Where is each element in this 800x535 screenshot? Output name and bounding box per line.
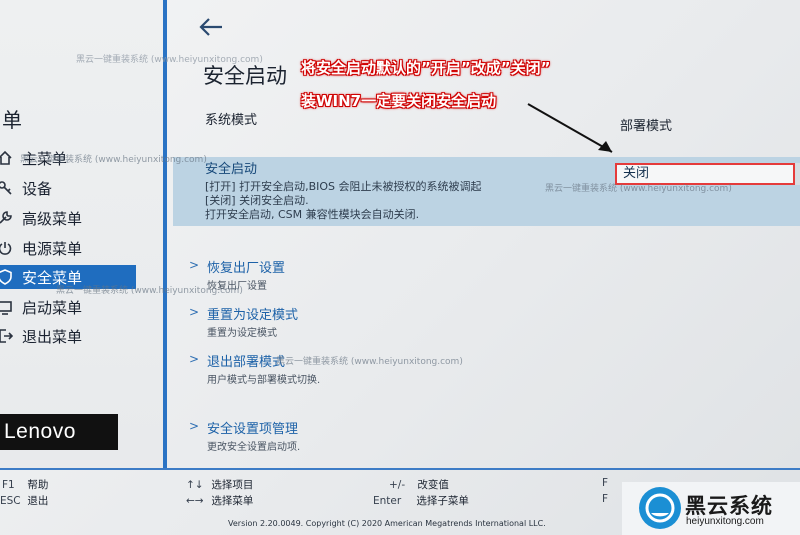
menu-item-title: 恢复出厂设置	[207, 261, 286, 276]
watermark-text: 黑云一键重装系统 (www.heiyunxitong.com)	[545, 184, 732, 194]
key-hint-f: F	[602, 493, 608, 505]
watermark-text: 黑云一键重装系统 (www.heiyunxitong.com)	[56, 286, 243, 296]
deploy-mode-label: 部署模式	[620, 119, 673, 134]
key-label: F	[602, 493, 609, 505]
menu-item-subtitle: 重置为设定模式	[207, 328, 277, 339]
key-hint-help: F1 帮助	[2, 477, 48, 492]
chevron-right-icon: >	[189, 352, 200, 366]
sidebar-item-label: 设备	[22, 179, 53, 198]
chevron-down-icon[interactable]	[795, 163, 800, 185]
key-hint-f: F	[602, 477, 608, 489]
key-action: 退出	[27, 495, 49, 507]
key-action: 选择子菜单	[416, 495, 469, 507]
key-label: F	[602, 477, 609, 489]
key-label: F1	[2, 479, 15, 491]
chevron-right-icon: >	[189, 258, 200, 272]
key-label: ←→	[186, 495, 204, 507]
sidebar-item-power[interactable]: 电源菜单	[0, 236, 136, 260]
brand-url: heiyunxitong.com	[686, 516, 764, 527]
secure-boot-description: [打开] 打开安全启动,BIOS 会阻止未被授权的系统被调起 [关闭] 关闭安全…	[205, 180, 482, 222]
desc-line: [打开] 打开安全启动,BIOS 会阻止未被授权的系统被调起	[205, 180, 482, 193]
menu-item-title: 退出部署模式	[207, 355, 286, 370]
annotation-line2: 装WIN7一定要关闭安全启动	[301, 92, 497, 110]
copyright-text: Version 2.20.0049. Copyright (C) 2020 Am…	[228, 519, 546, 528]
back-arrow-icon[interactable]	[196, 14, 226, 40]
sidebar-item-exit[interactable]: 退出菜单	[0, 324, 136, 348]
watermark-text: 黑云一键重装系统 (www.heiyunxitong.com)	[20, 155, 207, 165]
lenovo-logo: Lenovo	[0, 414, 118, 450]
menu-item-title: 安全设置项管理	[207, 422, 299, 437]
home-icon	[0, 149, 14, 167]
footer-divider	[0, 468, 800, 470]
sidebar-item-label: 电源菜单	[22, 239, 83, 258]
chevron-right-icon: >	[189, 305, 200, 319]
system-mode-label: 系统模式	[205, 113, 258, 128]
desc-line: 打开安全启动, CSM 兼容性模块会自动关闭.	[205, 208, 420, 221]
sidebar-item-label: 退出菜单	[22, 327, 83, 346]
chevron-right-icon: >	[189, 419, 200, 433]
key-action: 选择项目	[211, 479, 254, 491]
key-label: ESC	[0, 495, 21, 507]
sidebar-item-advanced[interactable]: 高级菜单	[0, 206, 136, 230]
desc-line: [关闭] 关闭安全启动.	[205, 194, 309, 207]
key-label: ↑↓	[186, 479, 204, 491]
secure-boot-label: 安全启动	[205, 162, 258, 177]
sidebar-item-label: 高级菜单	[22, 209, 83, 228]
bios-screen: 单 主菜单 设备 高级菜单 电源菜单 安全菜单 启动菜单 退出菜单 Lenovo…	[0, 0, 800, 535]
boot-icon	[0, 298, 14, 316]
watermark-text: 黑云一键重装系统 (www.heiyunxitong.com)	[76, 55, 263, 65]
shield-icon	[0, 268, 14, 286]
power-icon	[0, 239, 14, 257]
key-hint-change-value: +/- 改变值	[389, 477, 449, 492]
key-action: 改变值	[417, 479, 449, 491]
key-hint-select-menu: ←→ 选择菜单	[186, 493, 253, 508]
key-action: 帮助	[27, 479, 49, 491]
sidebar-title: 单	[2, 108, 22, 132]
menu-item-subtitle: 更改安全设置启动项.	[207, 442, 301, 453]
key-label: +/-	[389, 479, 406, 491]
sidebar-item-devices[interactable]: 设备	[0, 176, 136, 200]
sidebar-item-boot[interactable]: 启动菜单	[0, 295, 136, 319]
key-label: Enter	[373, 495, 402, 507]
wrench-icon	[0, 209, 14, 227]
annotation-line1: 将安全启动默认的”开启”改成”关闭”	[301, 59, 551, 77]
watermark-text: 黑云一键重装系统 (www.heiyunxitong.com)	[276, 357, 463, 367]
exit-icon	[0, 327, 14, 345]
key-action: 选择菜单	[211, 495, 254, 507]
cloud-logo-icon	[639, 487, 681, 529]
divider	[163, 0, 167, 468]
menu-item-title: 重置为设定模式	[207, 308, 299, 323]
key-hint-select-item: ↑↓ 选择项目	[186, 477, 253, 492]
key-icon	[0, 179, 14, 197]
menu-item-subtitle: 用户模式与部署模式切换.	[207, 375, 321, 386]
sidebar	[0, 0, 163, 468]
key-hint-submenu: Enter 选择子菜单	[373, 493, 469, 508]
key-hint-exit: ESC 退出	[0, 493, 48, 508]
sidebar-item-label: 启动菜单	[22, 298, 83, 317]
